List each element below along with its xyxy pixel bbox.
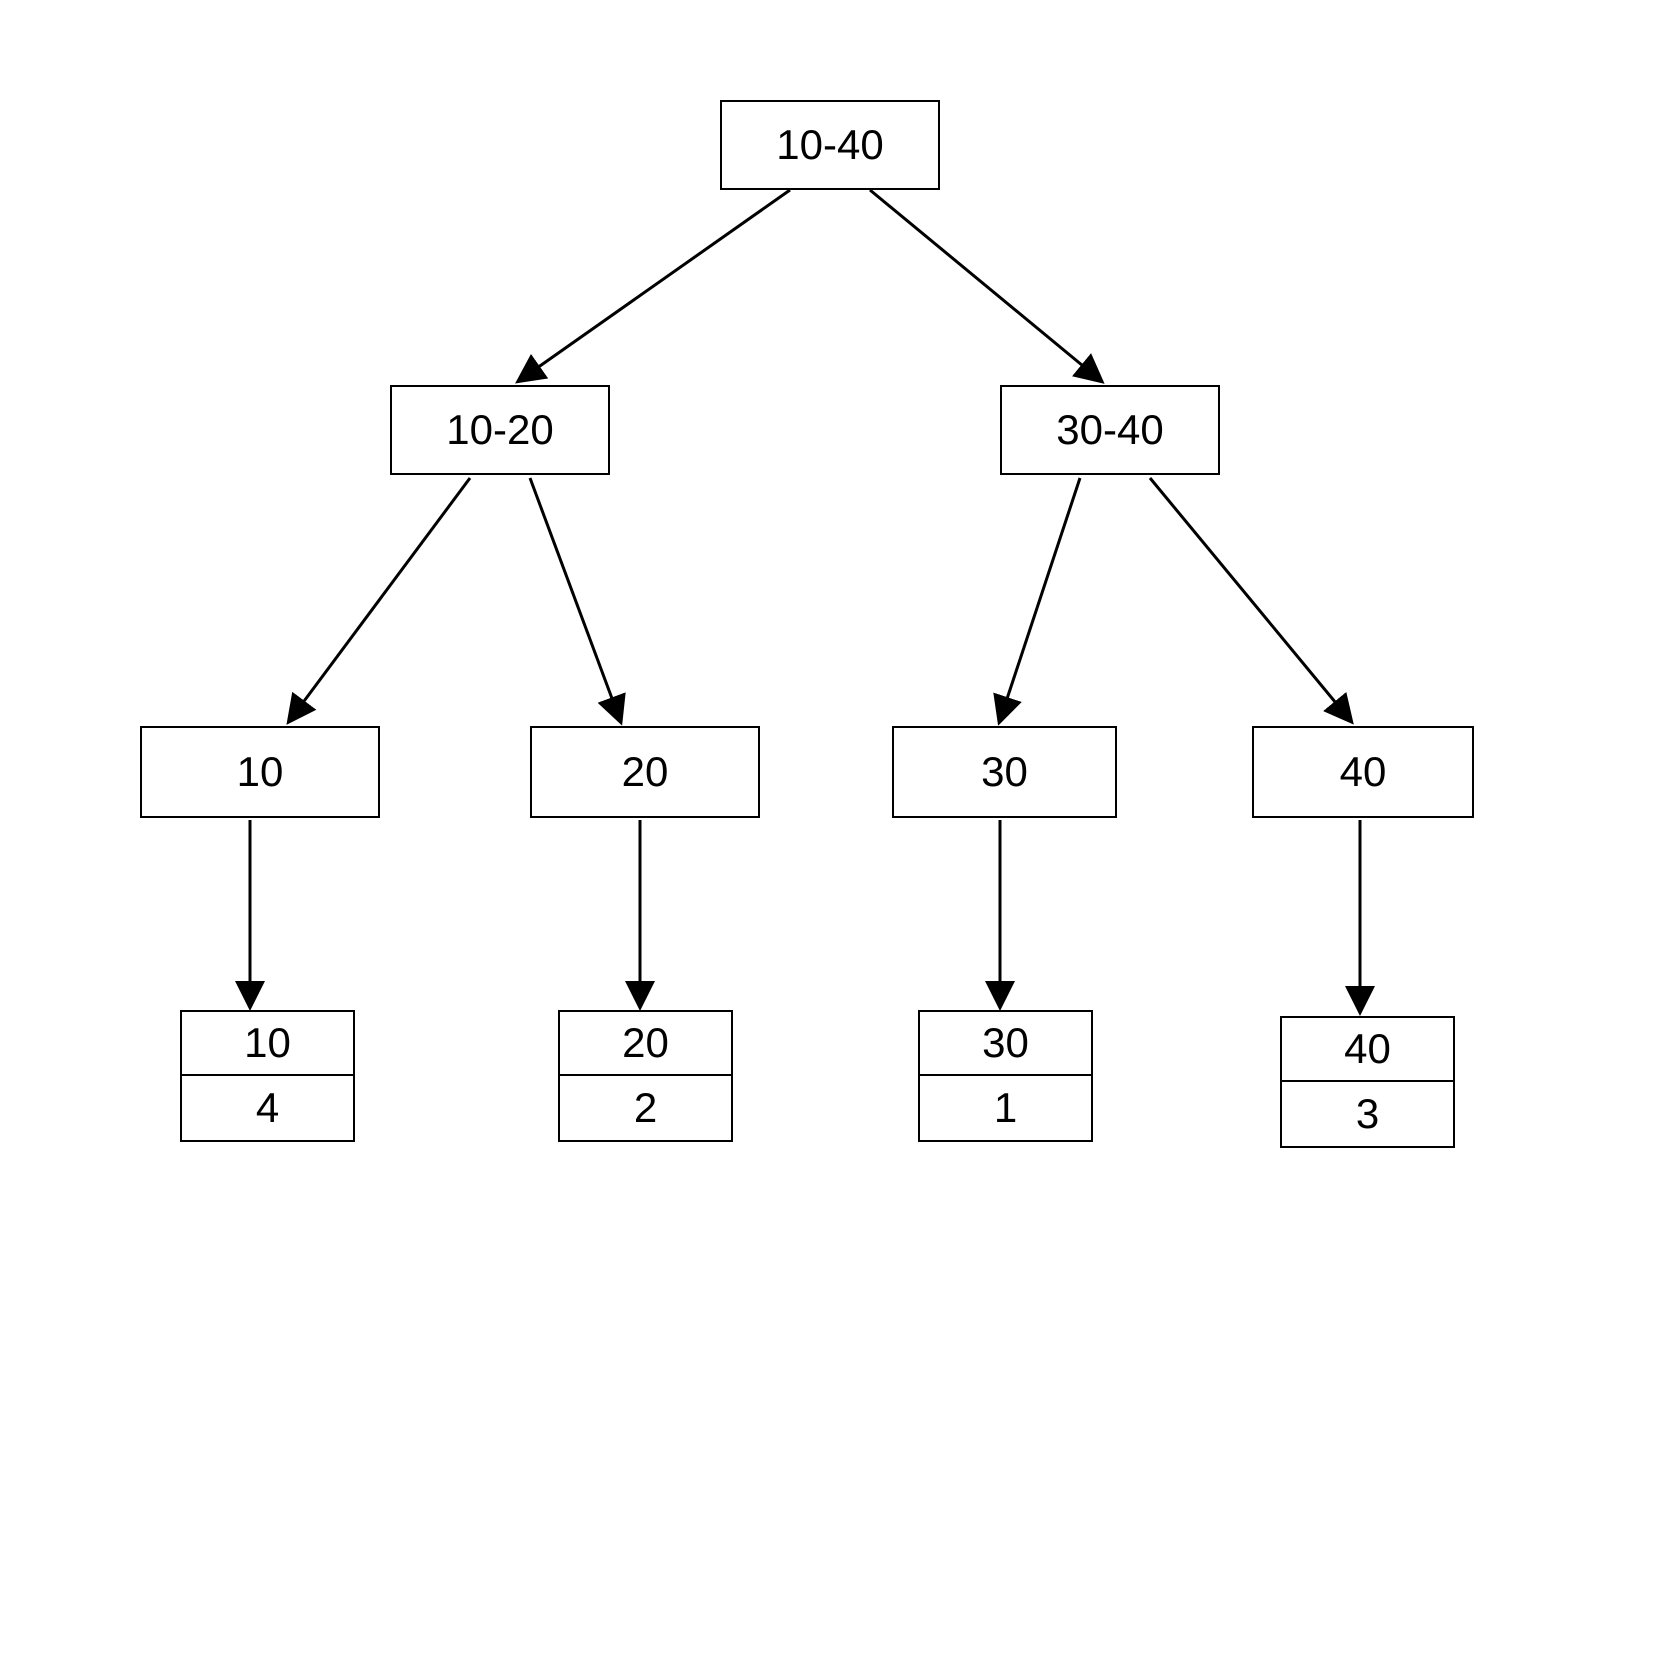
tree-leaf-l3: 30 1 <box>918 1010 1093 1142</box>
leaf-bottom: 1 <box>994 1084 1017 1132</box>
tree-node-level2-n4: 40 <box>1252 726 1474 818</box>
leaf-top: 40 <box>1344 1025 1391 1073</box>
tree-root: 10-40 <box>720 100 940 190</box>
leaf-top: 10 <box>244 1019 291 1067</box>
node-label: 20 <box>622 748 669 796</box>
leaf-bottom: 4 <box>256 1084 279 1132</box>
tree-leaf-l4: 40 3 <box>1280 1016 1455 1148</box>
tree-node-level1-left: 10-20 <box>390 385 610 475</box>
tree-node-level2-n3: 30 <box>892 726 1117 818</box>
tree-leaf-l2: 20 2 <box>558 1010 733 1142</box>
tree-leaf-l1: 10 4 <box>180 1010 355 1142</box>
leaf-top: 30 <box>982 1019 1029 1067</box>
node-label: 40 <box>1340 748 1387 796</box>
node-label: 10 <box>237 748 284 796</box>
tree-node-level2-n1: 10 <box>140 726 380 818</box>
root-label: 10-40 <box>776 121 883 169</box>
leaf-bottom: 2 <box>634 1084 657 1132</box>
leaf-top: 20 <box>622 1019 669 1067</box>
node-label: 30 <box>981 748 1028 796</box>
tree-connectors <box>0 0 1680 1680</box>
leaf-bottom: 3 <box>1356 1090 1379 1138</box>
tree-node-level2-n2: 20 <box>530 726 760 818</box>
node-label: 30-40 <box>1056 406 1163 454</box>
node-label: 10-20 <box>446 406 553 454</box>
tree-node-level1-right: 30-40 <box>1000 385 1220 475</box>
